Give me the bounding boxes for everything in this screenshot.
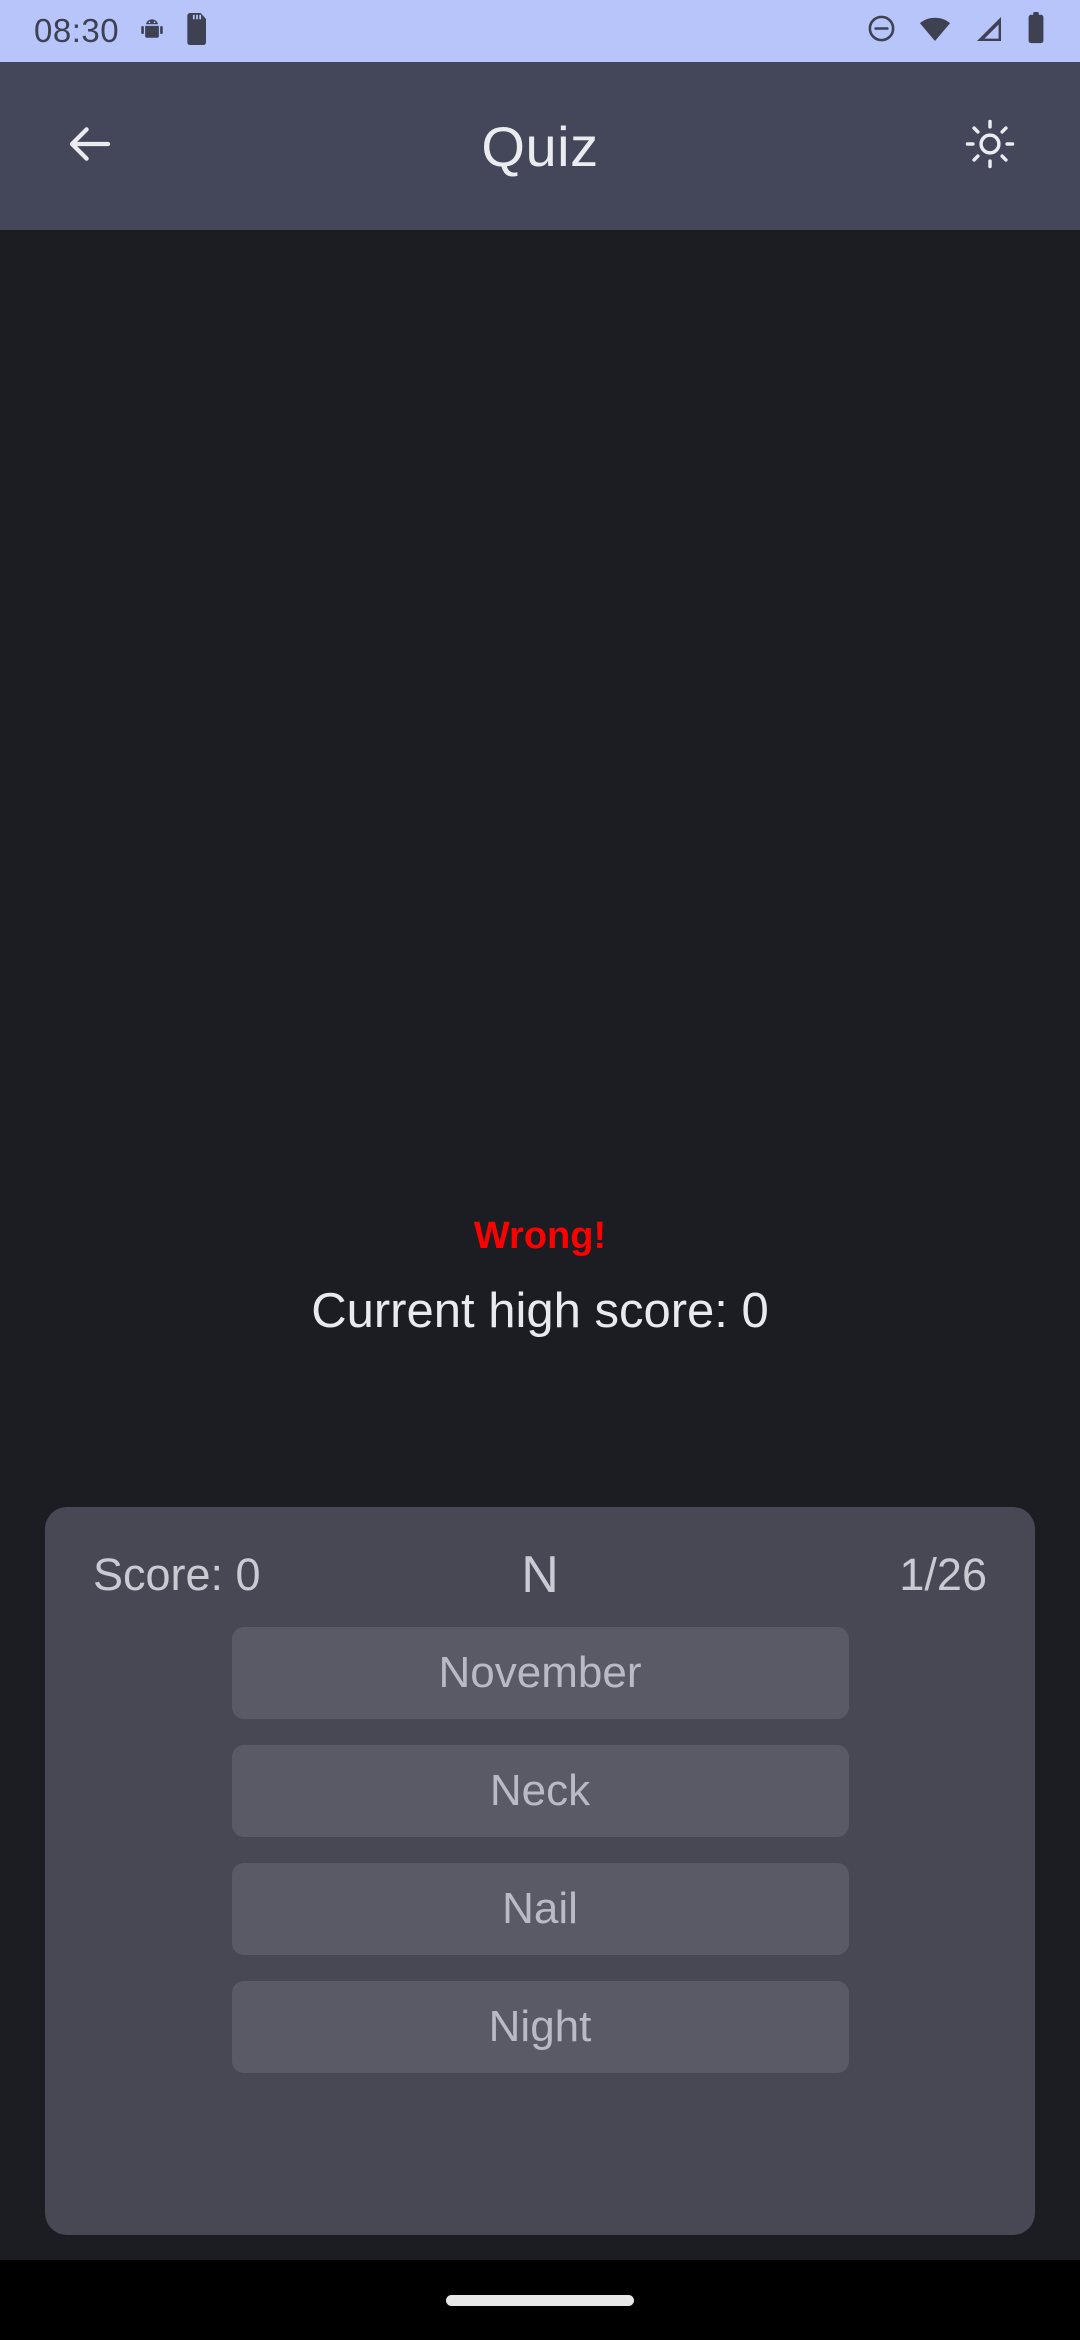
status-bar-clock: 08:30 (34, 12, 120, 49)
wifi-icon (918, 12, 952, 51)
feedback-area: Wrong! Current high score: 0 (0, 1215, 1080, 1339)
answer-option-1[interactable]: November (231, 1627, 849, 1719)
system-navigation-bar (0, 2260, 1080, 2340)
android-robot-icon (137, 14, 167, 49)
cellular-signal-icon (973, 13, 1005, 50)
page-title: Quiz (481, 114, 599, 178)
answer-option-2[interactable]: Neck (231, 1745, 849, 1837)
app-screen: 08:30 Quiz Wrong! Current high score: 0 … (0, 0, 1080, 2340)
app-bar: Quiz (0, 62, 1080, 230)
score-label: Score: 0 (93, 1549, 261, 1600)
answer-option-4[interactable]: Night (231, 1981, 849, 2073)
arrow-left-icon (63, 117, 117, 176)
high-score-text: Current high score: 0 (311, 1283, 769, 1338)
question-progress-label: 1/26 (899, 1549, 987, 1600)
quiz-card: Score: 0 N 1/26 November Neck Nail Night (45, 1507, 1035, 2235)
answer-result-text: Wrong! (473, 1215, 607, 1257)
quiz-content-area: Wrong! Current high score: 0 Score: 0 N … (0, 230, 1080, 2260)
theme-toggle-button[interactable] (948, 104, 1032, 188)
status-bar: 08:30 (0, 0, 1080, 62)
do-not-disturb-icon (866, 13, 897, 49)
answer-option-3[interactable]: Nail (231, 1863, 849, 1955)
status-bar-right (866, 12, 1046, 51)
status-bar-left: 08:30 (34, 12, 211, 50)
quiz-card-header: Score: 0 N 1/26 (71, 1529, 1009, 1621)
sun-brightness-icon (964, 118, 1016, 175)
sd-card-icon (185, 12, 211, 50)
battery-icon (1026, 12, 1046, 50)
home-indicator[interactable] (446, 2294, 634, 2306)
answer-options-list: November Neck Nail Night (71, 1627, 1009, 2073)
back-button[interactable] (48, 104, 132, 188)
